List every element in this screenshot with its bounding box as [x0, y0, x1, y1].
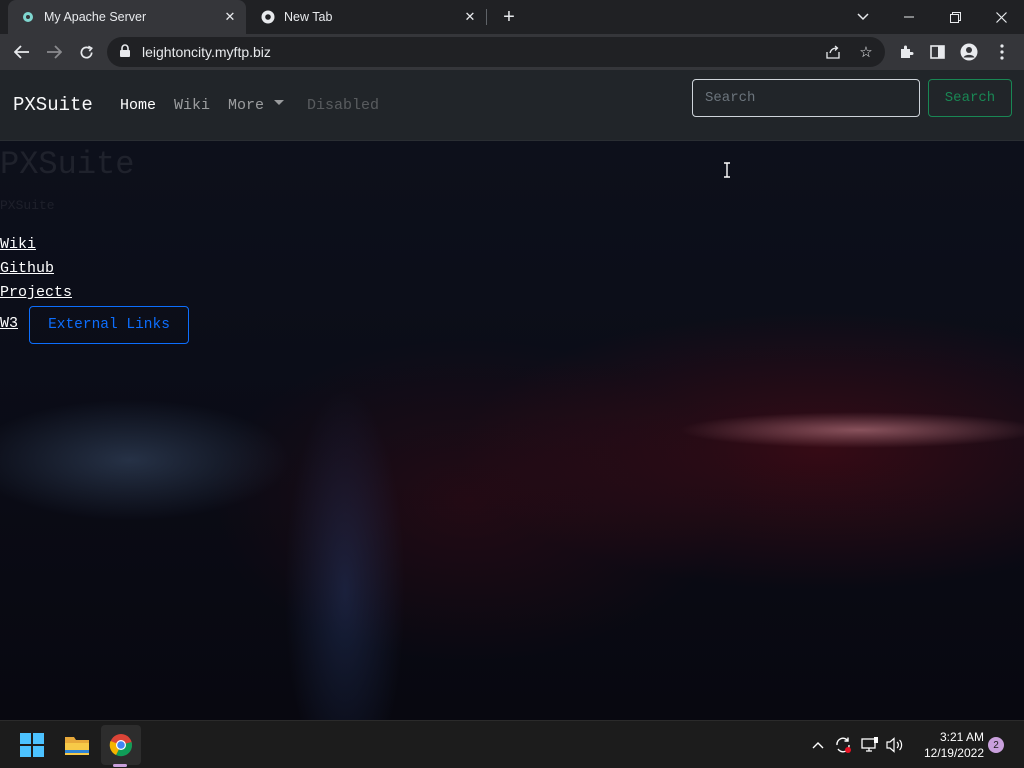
page-subtitle: PXSuite [0, 198, 55, 213]
address-bar[interactable]: leightoncity.myftp.biz ☆ [107, 37, 885, 67]
projects-link[interactable]: Projects [0, 284, 72, 301]
minimize-icon[interactable] [886, 0, 932, 34]
clock-date: 12/19/2022 [923, 746, 984, 760]
chrome-taskbar-icon[interactable] [101, 725, 141, 765]
tab-my-apache-server[interactable]: My Apache Server ✕ [8, 0, 246, 34]
file-explorer-icon[interactable] [57, 725, 97, 765]
tab-title: My Apache Server [44, 10, 147, 24]
taskbar-clock[interactable]: 3:21 AM 12/19/2022 [910, 729, 984, 761]
lock-icon[interactable] [119, 44, 135, 60]
windows-taskbar: 3:21 AM 12/19/2022 2 [0, 720, 1024, 768]
nav-more-dropdown[interactable]: More [228, 97, 285, 114]
search-input[interactable] [692, 79, 920, 117]
share-icon[interactable] [824, 43, 842, 61]
extensions-icon[interactable] [896, 42, 916, 62]
clock-time: 3:21 AM [939, 730, 984, 744]
page-viewport: PXSuite Home Wiki More Disabled Search P… [0, 70, 1024, 720]
profile-avatar-icon[interactable] [959, 42, 979, 62]
chrome-icon [260, 9, 276, 25]
new-tab-button[interactable]: + [498, 6, 520, 28]
external-links-button[interactable]: External Links [29, 306, 189, 344]
tab-new-tab[interactable]: New Tab ✕ [248, 0, 486, 34]
tab-divider [486, 9, 487, 25]
side-panel-icon[interactable] [927, 42, 947, 62]
url-text: leightoncity.myftp.biz [142, 44, 271, 60]
dropdown-caret-icon [274, 100, 285, 105]
active-app-indicator [113, 764, 127, 767]
browser-tab-strip: My Apache Server ✕ New Tab ✕ + [0, 0, 1024, 34]
reload-icon[interactable] [72, 38, 100, 66]
sync-icon[interactable] [833, 735, 853, 755]
notification-badge[interactable]: 2 [988, 737, 1004, 753]
wiki-link[interactable]: Wiki [0, 236, 36, 253]
chevron-up-icon[interactable] [808, 735, 828, 755]
network-icon[interactable] [860, 735, 880, 755]
nav-disabled-link: Disabled [307, 97, 380, 114]
back-arrow-icon[interactable] [8, 38, 36, 66]
page-title: PXSuite [0, 146, 135, 183]
text-cursor-icon [722, 162, 732, 178]
tab-search-icon[interactable] [840, 0, 886, 34]
apache-favicon-icon [20, 9, 36, 25]
nav-more-label: More [228, 97, 265, 114]
close-window-icon[interactable] [978, 0, 1024, 34]
kebab-menu-icon[interactable] [992, 42, 1012, 62]
navbar-brand[interactable]: PXSuite [13, 94, 93, 116]
search-button[interactable]: Search [928, 79, 1012, 117]
bookmark-star-icon[interactable]: ☆ [857, 43, 875, 61]
volume-icon[interactable] [885, 735, 905, 755]
nav-home-link[interactable]: Home [120, 97, 156, 114]
tab-title: New Tab [284, 10, 333, 24]
windows-start-icon[interactable] [12, 725, 52, 765]
restore-icon[interactable] [932, 0, 978, 34]
close-tab-icon[interactable]: ✕ [460, 7, 480, 27]
site-navbar: PXSuite Home Wiki More Disabled Search [0, 70, 1024, 141]
close-tab-icon[interactable]: ✕ [220, 7, 240, 27]
browser-toolbar: leightoncity.myftp.biz ☆ [0, 34, 1024, 70]
github-link[interactable]: Github [0, 260, 54, 277]
w3-link[interactable]: W3 [0, 315, 18, 332]
forward-arrow-icon[interactable] [40, 38, 68, 66]
nav-wiki-link[interactable]: Wiki [174, 97, 210, 114]
